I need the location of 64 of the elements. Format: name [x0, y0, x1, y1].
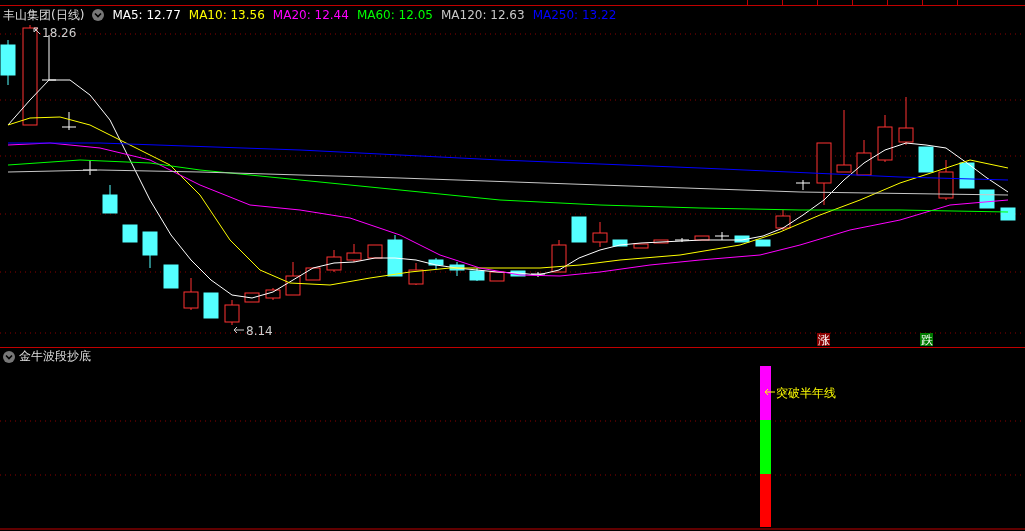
candlestick — [326, 249, 342, 273]
candlestick — [510, 270, 526, 277]
candlestick — [305, 267, 321, 281]
indicator-title: 金牛波段抄底 — [19, 348, 91, 365]
candlestick — [489, 271, 505, 282]
candlestick — [0, 39, 16, 86]
candlestick — [755, 239, 771, 247]
candlestick — [959, 162, 975, 189]
candlestick — [674, 237, 690, 243]
arrow-icon — [233, 326, 245, 334]
candlestick — [836, 109, 852, 173]
candlestick — [1000, 207, 1016, 221]
moving-average-label: MA250: 13.22 — [532, 8, 617, 22]
candlestick — [734, 235, 750, 243]
candlestick — [530, 271, 546, 278]
candlestick — [285, 261, 301, 296]
candlestick — [122, 224, 138, 243]
candlestick — [449, 261, 465, 277]
candlestick — [877, 114, 893, 163]
candlestick — [203, 292, 219, 319]
moving-average-label: MA60: 12.05 — [356, 8, 433, 22]
candlestick — [387, 234, 403, 277]
candlestick — [795, 179, 811, 191]
candlestick — [653, 239, 669, 244]
candlestick — [898, 96, 914, 146]
low-price-label: 8.14 — [246, 324, 273, 338]
candlestick — [224, 299, 240, 326]
candlestick — [346, 243, 362, 263]
candlestick — [938, 159, 954, 201]
arrow-icon — [764, 388, 776, 396]
dropdown-icon[interactable] — [92, 9, 105, 21]
candlestick — [551, 239, 567, 273]
candlestick — [102, 184, 118, 214]
candlestick — [694, 235, 710, 241]
signal-badge: 涨 — [817, 333, 830, 347]
moving-average-label: MA5: 12.77 — [112, 8, 181, 22]
moving-average-label: MA10: 13.56 — [188, 8, 265, 22]
candlestick — [775, 209, 791, 231]
candlestick — [469, 267, 485, 282]
candlestick — [612, 239, 628, 247]
signal-annotation: 突破半年线 — [776, 386, 836, 400]
high-price-label: 18.26 — [42, 26, 77, 40]
candlestick — [408, 262, 424, 286]
candlestick — [183, 277, 199, 311]
candlestick — [571, 216, 587, 243]
dropdown-icon[interactable] — [3, 350, 15, 363]
candlestick — [367, 244, 383, 259]
moving-average-label: MA20: 12.44 — [272, 8, 349, 22]
candlestick — [714, 231, 730, 241]
candlestick — [633, 243, 649, 249]
chart-title: 丰山集团(日线) — [3, 6, 85, 24]
candlestick — [142, 231, 158, 269]
candlestick — [816, 142, 832, 206]
arrow-icon — [33, 27, 41, 35]
candlestick — [61, 111, 77, 131]
moving-average-label: MA120: 12.63 — [440, 8, 525, 22]
candlestick — [163, 264, 179, 289]
candlestick — [592, 221, 608, 248]
signal-badge: 跌 — [920, 333, 933, 347]
candlestick — [244, 292, 260, 303]
candlestick — [918, 146, 934, 173]
candlestick — [856, 139, 872, 176]
candlestick — [265, 287, 281, 301]
candlestick — [428, 257, 444, 271]
